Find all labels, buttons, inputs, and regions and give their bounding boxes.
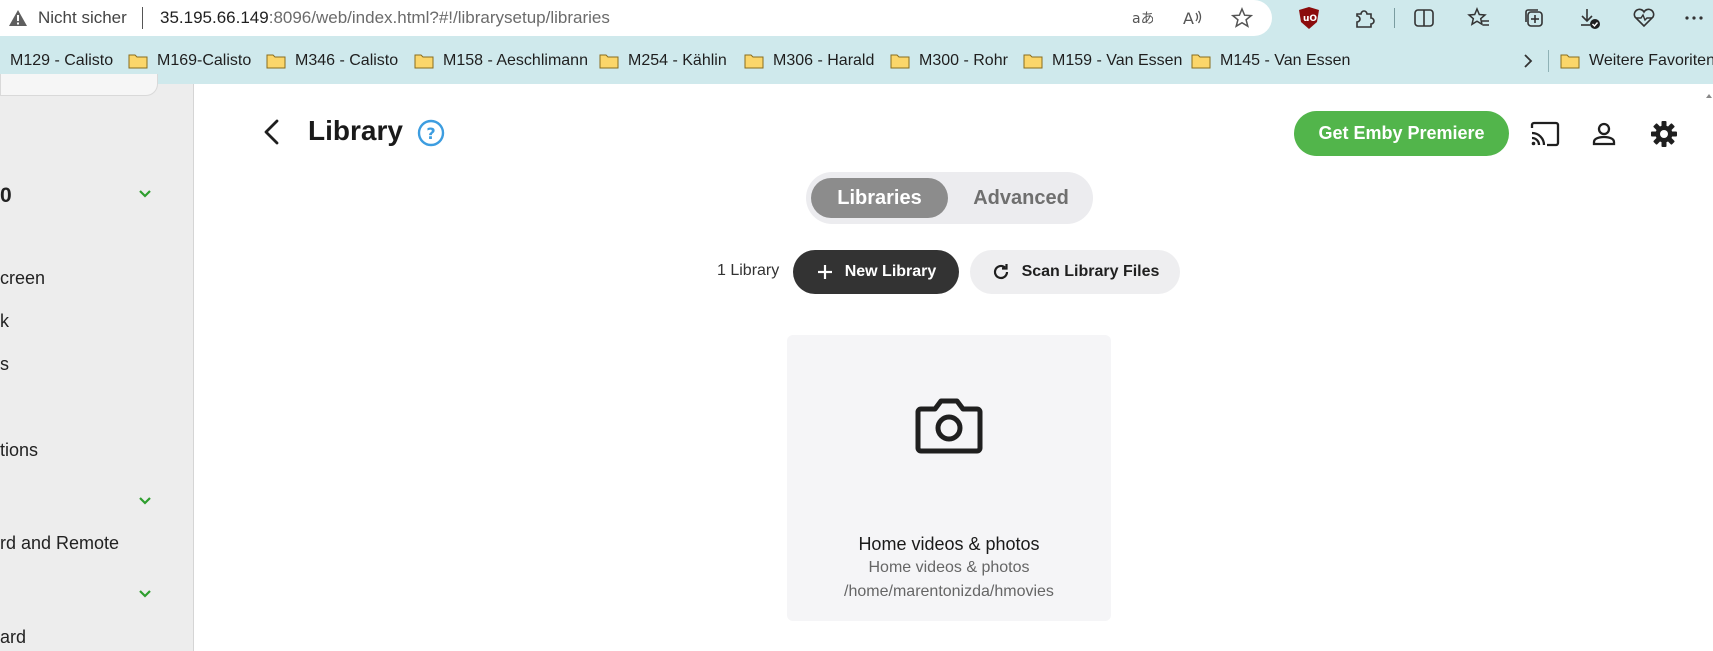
favorite-folder[interactable]: M158 - Aeschlimann	[414, 50, 588, 72]
favorite-label: Weitere Favoriten	[1589, 52, 1713, 69]
library-name: Home videos & photos	[858, 534, 1040, 554]
favorites-bar: M129 - Calisto M169-Calisto M346 - Calis…	[0, 36, 1713, 84]
library-path: /home/marentonizda/hmovies	[844, 583, 1054, 600]
sidebar-item[interactable]: ard	[0, 627, 26, 648]
chevron-down-icon[interactable]	[135, 584, 155, 604]
url-host: 35.195.66.149	[160, 8, 269, 27]
sidebar-item[interactable]: creen	[0, 268, 45, 289]
favorite-label: M169-Calisto	[157, 52, 252, 69]
chevron-down-icon[interactable]	[135, 491, 155, 511]
favorite-label: M300 - Rohr	[919, 52, 1008, 69]
sidebar-item[interactable]: tions	[0, 440, 38, 461]
folder-icon	[128, 54, 148, 69]
tab-bar: Libraries Advanced	[806, 172, 1093, 224]
sidebar: 0 creen k s tions rd and Remote ard	[0, 74, 194, 651]
favorite-star-icon[interactable]	[1229, 5, 1255, 31]
downloads-icon[interactable]	[1575, 4, 1603, 32]
favorites-separator	[1548, 50, 1549, 72]
scan-library-label: Scan Library Files	[1021, 263, 1160, 280]
more-menu-icon[interactable]	[1680, 4, 1708, 32]
url-text[interactable]: 35.195.66.149:8096/web/index.html?#!/lib…	[160, 8, 610, 28]
page-title: Library	[308, 115, 403, 146]
folder-icon	[1560, 54, 1580, 69]
sidebar-item[interactable]: k	[0, 311, 9, 332]
svg-text:uO: uO	[1303, 14, 1317, 24]
chevron-down-icon[interactable]	[135, 184, 155, 204]
url-separator	[142, 7, 143, 29]
favorite-folder[interactable]: M169-Calisto	[128, 50, 251, 72]
get-premiere-button[interactable]: Get Emby Premiere	[1294, 111, 1509, 156]
browser-toolbar: Nicht sicher 35.195.66.149:8096/web/inde…	[0, 0, 1713, 36]
sidebar-item[interactable]: s	[0, 354, 9, 375]
ublock-icon[interactable]: uO	[1295, 4, 1323, 32]
sidebar-heading: 0	[0, 184, 12, 207]
folder-icon	[1191, 54, 1211, 69]
tab-libraries[interactable]: Libraries	[811, 178, 948, 218]
cast-icon[interactable]	[1529, 118, 1561, 150]
folder-icon	[266, 54, 286, 69]
back-arrow-icon[interactable]	[258, 117, 288, 147]
browser-essentials-icon[interactable]	[1630, 4, 1658, 32]
folder-icon	[890, 54, 910, 69]
text-size-icon[interactable]: A	[1179, 5, 1205, 31]
favorite-folder[interactable]: M346 - Calisto	[266, 50, 398, 72]
new-library-button[interactable]: New Library	[793, 250, 959, 294]
folder-icon	[599, 54, 619, 69]
favorite-folder[interactable]: M306 - Harald	[744, 50, 874, 72]
svg-text:aあ: aあ	[1132, 11, 1153, 27]
sidebar-search-box[interactable]	[0, 74, 158, 96]
scroll-up-arrow-icon[interactable]	[1705, 92, 1713, 100]
url-path: :8096/web/index.html?#!/librarysetup/lib…	[268, 8, 610, 27]
favorite-item[interactable]: M129 - Calisto	[10, 50, 113, 72]
user-icon[interactable]	[1588, 118, 1620, 150]
favorite-folder[interactable]: M159 - Van Essen	[1023, 50, 1182, 72]
help-icon[interactable]: ?	[417, 119, 445, 147]
security-label[interactable]: Nicht sicher	[38, 8, 127, 28]
favorite-label: M254 - Kählin	[628, 52, 727, 69]
camera-icon	[915, 398, 983, 454]
favorite-folder-more[interactable]: Weitere Favoriten	[1560, 50, 1713, 72]
address-bar[interactable]: Nicht sicher 35.195.66.149:8096/web/inde…	[0, 0, 1272, 36]
plus-icon	[817, 265, 832, 279]
scan-library-button[interactable]: Scan Library Files	[970, 250, 1180, 294]
favorites-icon[interactable]	[1465, 4, 1493, 32]
favorite-label: M159 - Van Essen	[1052, 52, 1183, 69]
read-aloud-icon[interactable]: aあ	[1129, 5, 1155, 31]
folder-icon	[414, 54, 434, 69]
extensions-icon[interactable]	[1350, 4, 1378, 32]
refresh-icon	[993, 264, 1008, 280]
folder-icon	[744, 54, 764, 69]
toolbar-divider	[1394, 8, 1395, 28]
collections-icon[interactable]	[1520, 4, 1548, 32]
tab-advanced[interactable]: Advanced	[956, 178, 1086, 218]
favorite-label: M129 - Calisto	[10, 52, 114, 69]
sidebar-item[interactable]: rd and Remote	[0, 533, 119, 554]
chevron-right-icon[interactable]	[1518, 50, 1538, 72]
new-library-label: New Library	[844, 263, 937, 280]
split-screen-icon[interactable]	[1410, 4, 1438, 32]
favorite-label: M145 - Van Essen	[1220, 52, 1351, 69]
favorite-folder[interactable]: M254 - Kählin	[599, 50, 727, 72]
library-type: Home videos & photos	[868, 559, 1030, 576]
favorite-label: M158 - Aeschlimann	[443, 52, 588, 69]
warning-icon[interactable]	[8, 8, 28, 28]
favorite-label: M346 - Calisto	[295, 52, 399, 69]
svg-text:?: ?	[426, 124, 435, 143]
library-count: 1 Library	[717, 262, 780, 279]
settings-gear-icon[interactable]	[1648, 118, 1680, 150]
library-card[interactable]: Home videos & photos Home videos & photo…	[787, 335, 1111, 621]
favorite-label: M306 - Harald	[773, 52, 875, 69]
svg-text:A: A	[1183, 9, 1194, 28]
favorite-folder[interactable]: M145 - Van Essen	[1191, 50, 1350, 72]
favorite-folder[interactable]: M300 - Rohr	[890, 50, 1008, 72]
folder-icon	[1023, 54, 1043, 69]
